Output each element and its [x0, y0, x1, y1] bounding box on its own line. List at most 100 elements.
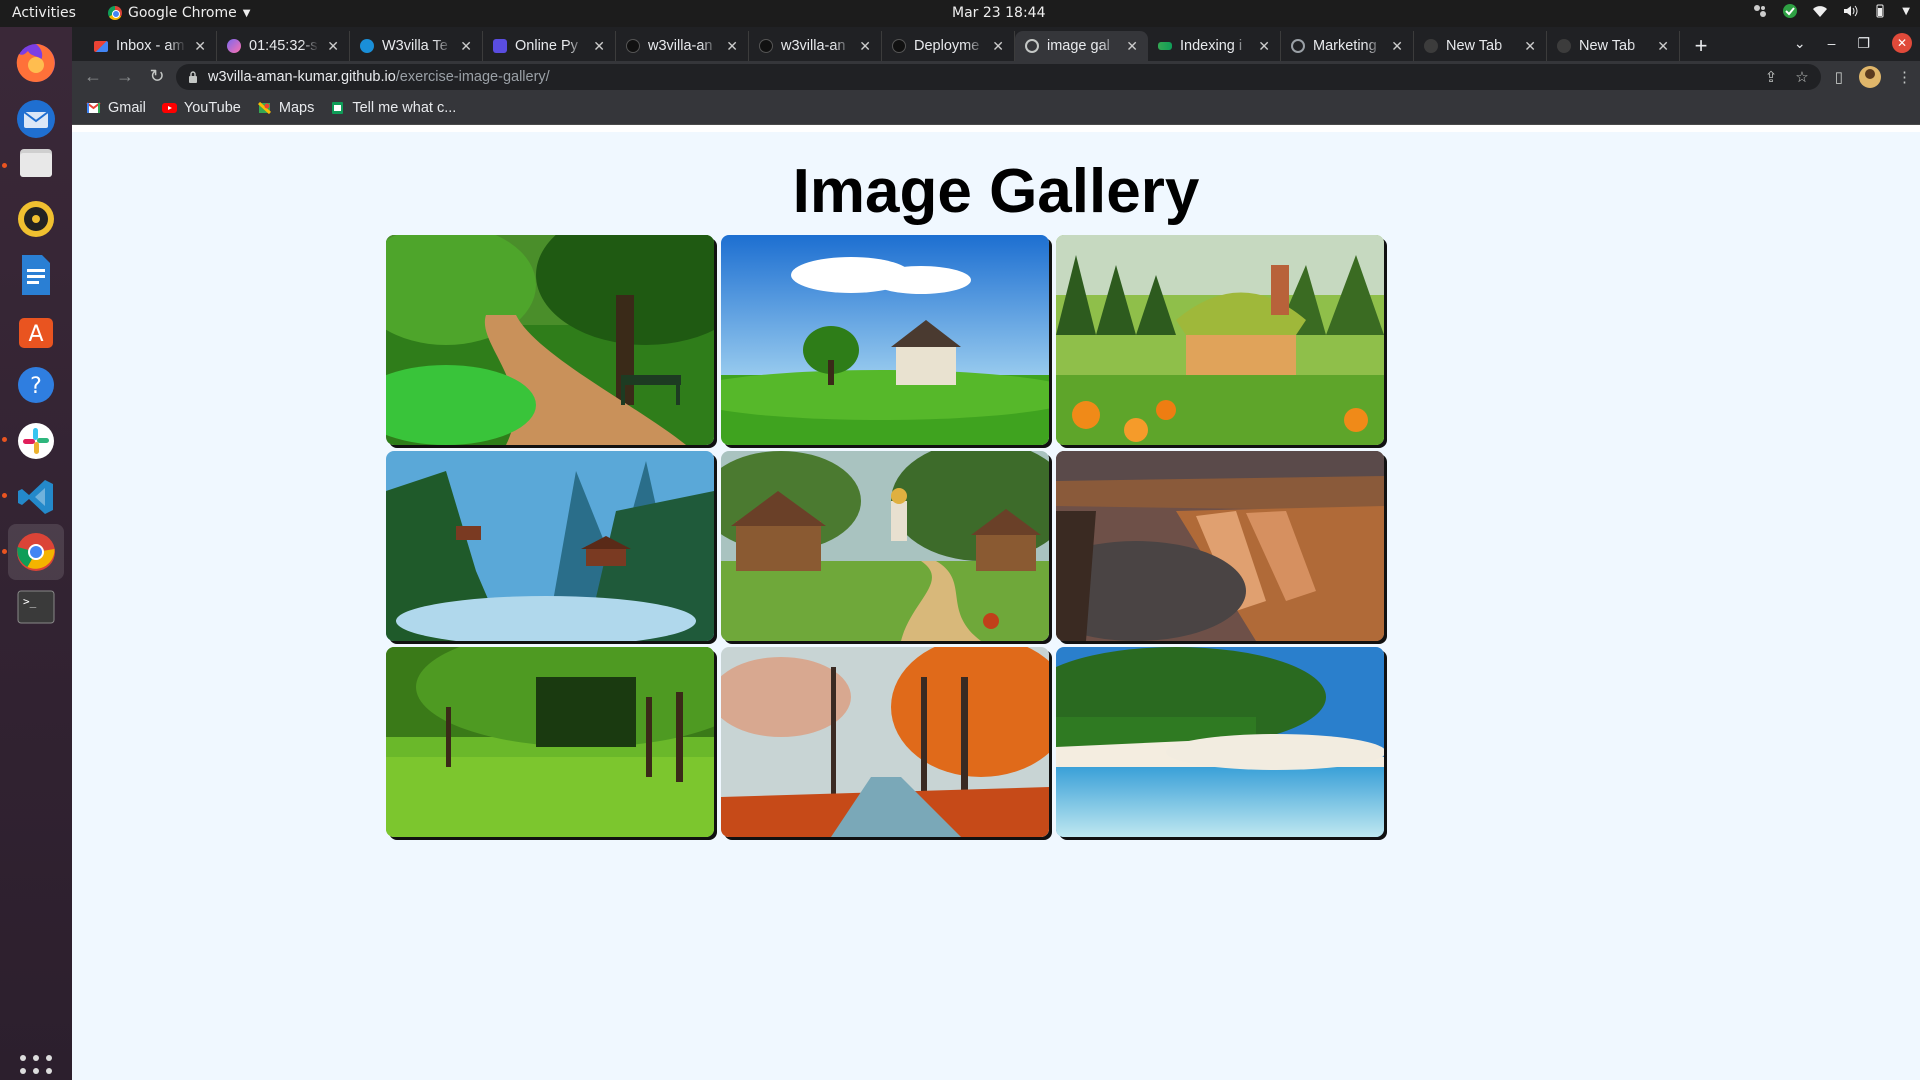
- system-tray[interactable]: ▼: [1752, 3, 1910, 19]
- dock-rhythmbox[interactable]: [8, 191, 64, 247]
- gallery-image-village[interactable]: [721, 451, 1049, 641]
- rhythmbox-icon: [18, 201, 54, 237]
- youtube-icon: [161, 103, 177, 113]
- tab[interactable]: w3villa-an ✕: [749, 31, 882, 61]
- newtab-icon: [1424, 39, 1438, 53]
- minimize-icon[interactable]: –: [1828, 35, 1836, 51]
- tab[interactable]: w3villa-an ✕: [616, 31, 749, 61]
- chrome-window: Inbox - am ✕ 01:45:32-s ✕ W3villa Te ✕ O…: [72, 27, 1920, 1080]
- gallery-image-canyon-waterfall[interactable]: [1056, 451, 1384, 641]
- tab-label: w3villa-an: [781, 38, 846, 54]
- reload-icon[interactable]: ↻: [144, 64, 170, 90]
- files-icon: [20, 149, 52, 177]
- close-icon[interactable]: ✕: [1657, 38, 1669, 55]
- close-icon[interactable]: ✕: [859, 38, 871, 55]
- forward-arrow-icon[interactable]: →: [112, 64, 138, 90]
- tab-active[interactable]: image gal ✕: [1015, 31, 1148, 61]
- share-icon[interactable]: ⇪: [1765, 68, 1778, 86]
- system-top-bar: Activities Google Chrome ▼ Mar 23 18:44 …: [0, 0, 1920, 27]
- back-arrow-icon[interactable]: ←: [80, 64, 106, 90]
- gallery-image-mountain-temple[interactable]: [386, 451, 714, 641]
- tab-label: image gal: [1047, 38, 1110, 54]
- replit-icon: [493, 39, 507, 53]
- software-store-icon: A: [19, 318, 53, 348]
- tab-label: Indexing i: [1180, 38, 1243, 54]
- gallery-image-cottage[interactable]: [1056, 235, 1384, 445]
- gallery-image-park-path[interactable]: [386, 235, 714, 445]
- dock-vscode[interactable]: [8, 469, 64, 525]
- volume-icon[interactable]: [1842, 3, 1858, 19]
- globe-icon: [1291, 39, 1305, 53]
- clickup-icon: [227, 39, 241, 53]
- gallery-image-green-meadow[interactable]: [386, 647, 714, 837]
- bookmark-gmail[interactable]: Gmail: [86, 100, 146, 116]
- close-icon[interactable]: ✕: [194, 38, 206, 55]
- address-bar[interactable]: w3villa-aman-kumar.github.io/exercise-im…: [176, 63, 1821, 90]
- dock-files[interactable]: [8, 135, 64, 191]
- restore-icon[interactable]: ❐: [1857, 35, 1870, 52]
- gallery-image-meadow-house[interactable]: [721, 235, 1049, 445]
- new-tab-button[interactable]: +: [1686, 31, 1716, 61]
- chrome-icon: [17, 533, 55, 571]
- close-icon[interactable]: ✕: [1258, 38, 1270, 55]
- svg-text:>_: >_: [23, 595, 37, 608]
- update-check-icon[interactable]: [1782, 3, 1798, 19]
- help-icon: ?: [18, 367, 54, 403]
- close-icon[interactable]: ✕: [1391, 38, 1403, 55]
- dock-slack[interactable]: [8, 413, 64, 469]
- close-icon[interactable]: ✕: [1524, 38, 1536, 55]
- close-icon[interactable]: ✕: [1126, 38, 1138, 55]
- tab[interactable]: Indexing i ✕: [1148, 31, 1281, 61]
- clock[interactable]: Mar 23 18:44: [952, 5, 1045, 21]
- dock-chrome[interactable]: [8, 524, 64, 580]
- tab[interactable]: Online Py ✕: [483, 31, 616, 61]
- tab[interactable]: W3villa Te ✕: [350, 31, 483, 61]
- url-host: w3villa-aman-kumar.github.io: [208, 68, 396, 85]
- slack-tray-icon[interactable]: [1752, 3, 1768, 19]
- gmail-icon: [86, 102, 101, 113]
- bookmark-sheet[interactable]: Tell me what c...: [330, 100, 456, 116]
- show-apps-grid-icon[interactable]: [20, 1055, 52, 1080]
- tab[interactable]: Marketing ✕: [1281, 31, 1414, 61]
- dock-writer[interactable]: [8, 247, 64, 303]
- tab[interactable]: Deployme ✕: [882, 31, 1015, 61]
- bookmark-star-icon[interactable]: ☆: [1795, 68, 1808, 86]
- bookmark-maps[interactable]: Maps: [257, 100, 314, 116]
- tab[interactable]: New Tab ✕: [1547, 31, 1680, 61]
- chevron-down-icon[interactable]: ▼: [1902, 6, 1910, 17]
- wifi-icon[interactable]: [1812, 3, 1828, 19]
- close-icon[interactable]: ✕: [593, 38, 605, 55]
- close-icon[interactable]: ✕: [992, 38, 1004, 55]
- image-gallery: [386, 235, 1386, 837]
- tab-label: W3villa Te: [382, 38, 448, 54]
- battery-icon[interactable]: [1872, 3, 1888, 19]
- tab-strip: Inbox - am ✕ 01:45:32-s ✕ W3villa Te ✕ O…: [72, 27, 1920, 61]
- document-icon: [22, 255, 50, 295]
- app-menu[interactable]: Google Chrome ▼: [108, 5, 250, 21]
- profile-avatar[interactable]: [1859, 65, 1881, 88]
- tab[interactable]: 01:45:32-s ✕: [217, 31, 350, 61]
- more-menu-icon[interactable]: ⋮: [1897, 68, 1912, 86]
- close-window-icon[interactable]: ✕: [1892, 33, 1912, 53]
- tab-search-icon[interactable]: ⌄: [1794, 35, 1806, 52]
- close-icon[interactable]: ✕: [726, 38, 738, 55]
- dock-help[interactable]: ?: [8, 357, 64, 413]
- bookmark-youtube[interactable]: YouTube: [161, 100, 241, 116]
- activities-button[interactable]: Activities: [12, 5, 76, 21]
- tab-label: Inbox - am: [116, 38, 185, 54]
- page-title: Image Gallery: [792, 157, 1200, 226]
- dock-firefox[interactable]: [8, 35, 64, 91]
- tab-label: w3villa-an: [648, 38, 713, 54]
- gallery-image-tropical-beach[interactable]: [1056, 647, 1384, 837]
- dock-terminal[interactable]: >_: [8, 579, 64, 635]
- close-icon[interactable]: ✕: [327, 38, 339, 55]
- dock-software[interactable]: A: [8, 303, 64, 359]
- analytics-icon: [1158, 42, 1172, 50]
- tab[interactable]: New Tab ✕: [1414, 31, 1547, 61]
- side-panel-icon[interactable]: ▯: [1835, 68, 1843, 86]
- close-icon[interactable]: ✕: [460, 38, 472, 55]
- lock-icon[interactable]: [188, 70, 198, 83]
- gallery-image-autumn-park[interactable]: [721, 647, 1049, 837]
- tab[interactable]: Inbox - am ✕: [84, 31, 217, 61]
- url-path: /exercise-image-gallery/: [395, 68, 550, 85]
